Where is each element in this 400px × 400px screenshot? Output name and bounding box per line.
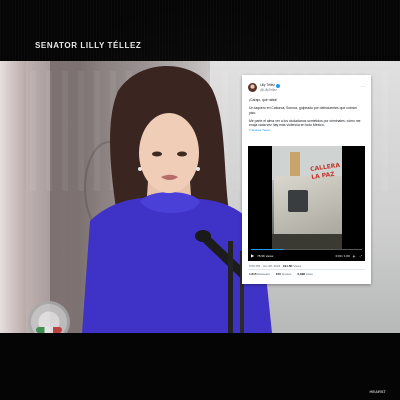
play-icon[interactable]: ▶ [251, 253, 254, 258]
translate-link[interactable]: Translate Tweet [249, 128, 363, 132]
volume-icon[interactable]: 🔈 [353, 254, 357, 258]
video-ground [272, 234, 342, 250]
tweet-meta: 6:06 PM · Jun 28, 2023 · 191.5K Views [249, 264, 302, 268]
tweet-paragraph: Un taquero en Caborca, Sonora, golpeado … [249, 106, 357, 115]
video-controls: ▶ 78,9K views 0:00 / 1:00 🔈 ⤢ [248, 250, 365, 261]
divider [248, 269, 365, 270]
tweet-stats: 1,615 Retweets 150 Quotes 3,398 Likes [249, 272, 313, 276]
video-frame: CALLERA LA PAZ [272, 146, 342, 250]
author-handle[interactable]: @LillyTellez [260, 88, 280, 92]
tweet-text: ¡Carajo, qué rabia! Un taquero en Caborc… [249, 98, 363, 133]
tweet-card[interactable]: Lilly Téllez @LillyTellez ··· ¡Carajo, q… [242, 75, 371, 284]
tweet-paragraph: ¡Carajo, qué rabia! [249, 98, 278, 102]
stat-likes[interactable]: 3,398 Likes [297, 272, 312, 276]
views-count: 191.5K [282, 264, 293, 268]
truck-graffiti: CALLERA LA PAZ [309, 161, 341, 181]
tweet-timestamp[interactable]: 6:06 PM · Jun 28, 2023 [249, 264, 280, 268]
verified-badge-icon [275, 83, 280, 88]
bottom-bar [0, 333, 400, 400]
fullscreen-icon[interactable]: ⤢ [360, 254, 362, 258]
stat-quotes[interactable]: 150 Quotes [276, 272, 292, 276]
header-label: SENATOR LILLY TÉLLEZ [35, 41, 142, 50]
avatar[interactable] [248, 83, 257, 92]
photo-credit: HEARST [369, 389, 386, 394]
more-options-icon[interactable]: ··· [361, 84, 365, 89]
video-time: 0:00 / 1:00 [335, 253, 350, 258]
tweet-paragraph: Me parte el alma ver a los ciudadanos so… [249, 118, 361, 128]
video-views: 78,9K views [257, 253, 274, 258]
tweet-video[interactable]: CALLERA LA PAZ ▶ 78,9K views 0:00 / 1:00… [248, 146, 365, 261]
tweet-header: Lilly Téllez @LillyTellez [248, 83, 280, 92]
stat-retweets[interactable]: 1,615 Retweets [249, 272, 270, 276]
views-label: Views [293, 264, 302, 268]
author-name[interactable]: Lilly Téllez [260, 83, 275, 87]
